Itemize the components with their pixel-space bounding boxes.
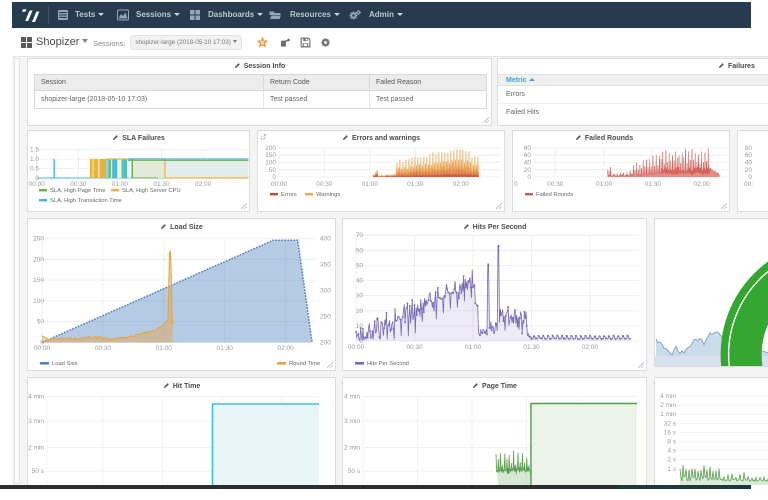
svg-text:01:00: 01:00: [465, 344, 482, 351]
svg-text:SLA, High Transaction Time: SLA, High Transaction Time: [50, 198, 122, 204]
svg-text:00:00: 00:00: [29, 181, 46, 188]
svg-text:Round Time: Round Time: [289, 361, 320, 367]
svg-text:01:30: 01:30: [523, 344, 540, 351]
svg-text:60: 60: [356, 247, 364, 254]
svg-text:8 s: 8 s: [667, 439, 676, 446]
svg-text:20: 20: [356, 308, 364, 315]
svg-text:0: 0: [272, 174, 276, 181]
svg-text:2 min: 2 min: [344, 445, 360, 452]
svg-text:400: 400: [320, 235, 331, 242]
svg-text:50 s: 50 s: [348, 468, 361, 475]
svg-text:Load Size: Load Size: [52, 361, 78, 367]
svg-text:00:00: 00:00: [34, 345, 51, 352]
svg-text:1 s: 1 s: [667, 466, 676, 473]
svg-text:Hits Per Second: Hits Per Second: [367, 361, 409, 367]
svg-text:200: 200: [320, 340, 331, 347]
svg-text:20: 20: [745, 167, 753, 174]
svg-text:2 s: 2 s: [667, 457, 676, 464]
svg-text:0: 0: [514, 181, 518, 188]
svg-text:01:30: 01:30: [407, 181, 424, 188]
svg-text:02:00: 02:00: [694, 181, 711, 188]
svg-text:40: 40: [745, 160, 753, 167]
svg-text:50: 50: [356, 263, 364, 270]
svg-text:4 min: 4 min: [28, 394, 44, 401]
svg-text:00:30: 00:30: [95, 345, 112, 352]
svg-text:20: 20: [524, 167, 532, 174]
svg-text:Errors: Errors: [281, 192, 297, 198]
svg-text:01:30: 01:30: [645, 181, 662, 188]
svg-text:SLA, High Page Time: SLA, High Page Time: [50, 188, 105, 194]
svg-text:4 s: 4 s: [667, 448, 676, 455]
svg-text:1.5: 1.5: [30, 147, 39, 154]
svg-text:100: 100: [265, 160, 276, 167]
svg-text:60: 60: [524, 152, 532, 159]
svg-text:01:30: 01:30: [153, 181, 170, 188]
svg-text:00:30: 00:30: [406, 344, 423, 351]
svg-text:4 min: 4 min: [660, 393, 676, 400]
svg-text:30: 30: [356, 293, 364, 300]
svg-text:70: 70: [356, 232, 364, 239]
svg-text:00:30: 00:30: [316, 181, 333, 188]
svg-text:02:00: 02:00: [453, 181, 470, 188]
svg-text:00:00: 00:00: [348, 344, 365, 351]
svg-text:01:30: 01:30: [217, 345, 234, 352]
svg-text:300: 300: [320, 288, 331, 295]
svg-text:250: 250: [320, 314, 331, 321]
svg-text:200: 200: [265, 145, 276, 152]
svg-text:50: 50: [269, 167, 277, 174]
svg-text:1 min: 1 min: [660, 411, 676, 418]
svg-text:3 min: 3 min: [28, 418, 44, 425]
svg-text:00:30: 00:30: [70, 181, 87, 188]
svg-text:50 s: 50 s: [32, 468, 45, 475]
svg-text:01:00: 01:00: [362, 181, 379, 188]
svg-text:01:00: 01:00: [112, 181, 129, 188]
svg-text:80: 80: [524, 145, 532, 152]
svg-text:1.0: 1.0: [30, 156, 39, 163]
svg-text:16 s: 16 s: [664, 429, 677, 436]
svg-text:40: 40: [524, 160, 532, 167]
svg-text:0: 0: [527, 174, 531, 181]
svg-text:150: 150: [33, 277, 44, 284]
svg-text:4 min: 4 min: [344, 394, 360, 401]
svg-text:2 min: 2 min: [28, 445, 44, 452]
svg-text:3 min: 3 min: [344, 418, 360, 425]
svg-text:Warnings: Warnings: [316, 192, 340, 198]
svg-text:SLA, High Server CPU: SLA, High Server CPU: [122, 188, 181, 194]
svg-text:40: 40: [356, 278, 364, 285]
svg-text:02:00: 02:00: [277, 345, 294, 352]
svg-text:100: 100: [33, 298, 44, 305]
svg-text:0.5: 0.5: [30, 166, 39, 173]
svg-text:00:00: 00:00: [271, 181, 288, 188]
svg-text:02:00: 02:00: [195, 181, 212, 188]
svg-text:200: 200: [33, 256, 44, 263]
svg-text:00:: 00:: [744, 181, 753, 188]
svg-text:00:30: 00:30: [547, 181, 564, 188]
svg-text:50: 50: [37, 319, 45, 326]
svg-text:2 min: 2 min: [660, 402, 676, 409]
svg-text:60: 60: [745, 152, 753, 159]
svg-text:01:00: 01:00: [156, 345, 173, 352]
svg-text:01:00: 01:00: [596, 181, 613, 188]
svg-text:32 s: 32 s: [664, 420, 677, 427]
svg-text:350: 350: [320, 261, 331, 268]
svg-text:0: 0: [748, 174, 752, 181]
svg-text:80: 80: [745, 145, 753, 152]
svg-text:150: 150: [265, 152, 276, 159]
svg-text:250: 250: [33, 236, 44, 243]
svg-text:Failed Rounds: Failed Rounds: [536, 192, 573, 198]
svg-text:02:00: 02:00: [582, 344, 599, 351]
